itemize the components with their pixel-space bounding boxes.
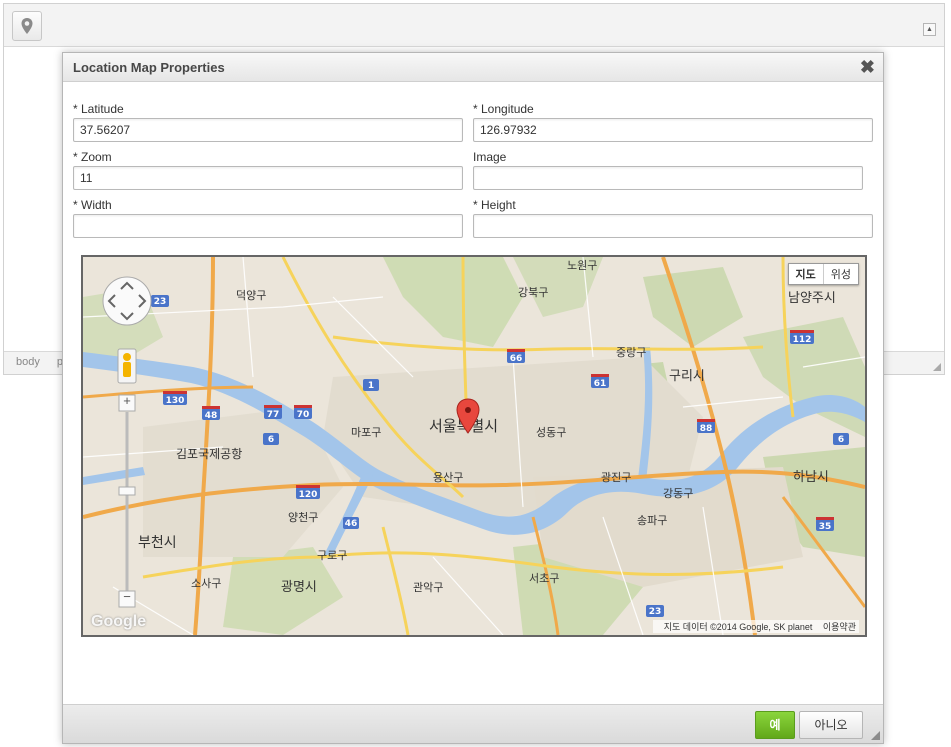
svg-text:46: 46 (345, 519, 358, 529)
svg-text:양천구: 양천구 (288, 510, 318, 524)
cancel-button[interactable]: 아니오 (799, 711, 863, 739)
zoom-input[interactable] (73, 166, 463, 190)
terms-link[interactable]: 이용약관 (823, 622, 856, 632)
collapse-toolbar-button[interactable]: ▲ (923, 23, 936, 36)
svg-text:23: 23 (649, 607, 662, 617)
close-icon[interactable]: ✖ (860, 57, 875, 77)
svg-text:마포구: 마포구 (351, 426, 381, 439)
svg-text:송파구: 송파구 (637, 514, 667, 527)
map-pin-icon (21, 18, 33, 34)
height-input[interactable] (473, 214, 873, 238)
map-preview[interactable]: 23 130 48 77 70 1 6 66 61 88 112 120 46 … (81, 255, 867, 637)
editor-toolbar: ▲ (4, 4, 944, 47)
zoom-out-button[interactable]: − (119, 589, 135, 605)
svg-text:120: 120 (299, 490, 318, 500)
svg-text:광명시: 광명시 (281, 580, 317, 595)
svg-text:23: 23 (154, 297, 167, 307)
latitude-input[interactable] (73, 118, 463, 142)
longitude-label: * Longitude (473, 102, 534, 116)
zoom-in-button[interactable]: + (119, 393, 135, 409)
zoom-field-group: * Zoom (73, 150, 463, 190)
width-label: * Width (73, 198, 112, 212)
map-type-control: 지도 위성 (787, 263, 859, 285)
image-label: Image (473, 150, 507, 164)
longitude-input[interactable] (473, 118, 873, 142)
svg-text:덕양구: 덕양구 (236, 289, 266, 302)
height-field-group: * Height (473, 198, 873, 238)
svg-text:48: 48 (205, 411, 218, 421)
svg-text:하남시: 하남시 (793, 470, 829, 485)
dialog-footer: 예 아니오 (63, 704, 883, 743)
svg-text:88: 88 (700, 424, 713, 434)
svg-text:70: 70 (297, 410, 310, 420)
svg-text:김포국제공항: 김포국제공항 (176, 447, 242, 461)
svg-text:35: 35 (819, 522, 832, 532)
svg-text:구로구: 구로구 (317, 549, 347, 562)
svg-text:성동구: 성동구 (536, 426, 566, 439)
image-input[interactable] (473, 166, 863, 190)
element-path-body[interactable]: body (16, 356, 40, 368)
location-map-dialog: Location Map Properties ✖ * Latitude * L… (62, 52, 884, 744)
svg-text:관악구: 관악구 (413, 581, 443, 594)
svg-text:61: 61 (594, 379, 607, 389)
svg-text:66: 66 (510, 354, 523, 364)
svg-text:서초구: 서초구 (529, 572, 559, 585)
dialog-title: Location Map Properties (73, 60, 225, 75)
pan-control[interactable] (103, 277, 151, 325)
svg-text:6: 6 (268, 435, 274, 445)
svg-text:130: 130 (166, 396, 185, 406)
image-field-group: Image (473, 150, 863, 190)
map-attribution: 지도 데이터 ©2014 Google, SK planet 이용약관 (652, 620, 859, 633)
longitude-field-group: * Longitude (473, 102, 873, 142)
svg-text:남양주시: 남양주시 (788, 291, 836, 306)
svg-text:중랑구: 중랑구 (616, 346, 646, 359)
dialog-title-bar[interactable]: Location Map Properties ✖ (63, 53, 883, 82)
dialog-resize-grip[interactable] (871, 731, 880, 740)
google-logo[interactable]: Google (91, 613, 146, 631)
svg-text:6: 6 (838, 435, 844, 445)
svg-text:77: 77 (267, 410, 280, 420)
ok-button[interactable]: 예 (755, 711, 795, 739)
svg-text:용산구: 용산구 (433, 471, 463, 484)
svg-text:112: 112 (793, 335, 812, 345)
svg-text:구리시: 구리시 (669, 369, 705, 384)
svg-text:소사구: 소사구 (191, 577, 221, 590)
map-type-satellite-button[interactable]: 위성 (824, 264, 858, 284)
map-image: 23 130 48 77 70 1 6 66 61 88 112 120 46 … (83, 257, 865, 635)
svg-text:강동구: 강동구 (663, 487, 693, 500)
map-data-credit: 지도 데이터 ©2014 Google, SK planet (663, 622, 813, 632)
width-input[interactable] (73, 214, 463, 238)
editor-resize-grip[interactable] (933, 363, 941, 371)
svg-text:부천시: 부천시 (138, 535, 177, 551)
location-map-button[interactable] (12, 11, 42, 41)
svg-text:강북구: 강북구 (518, 286, 548, 299)
latitude-label: * Latitude (73, 102, 124, 116)
svg-text:광진구: 광진구 (601, 471, 631, 484)
width-field-group: * Width (73, 198, 463, 238)
svg-text:1: 1 (368, 381, 374, 391)
street-view-pegman[interactable] (118, 349, 136, 383)
height-label: * Height (473, 198, 516, 212)
zoom-label: * Zoom (73, 150, 112, 164)
latitude-field-group: * Latitude (73, 102, 463, 142)
svg-text:노원구: 노원구 (567, 259, 597, 272)
map-type-map-button[interactable]: 지도 (789, 264, 824, 284)
